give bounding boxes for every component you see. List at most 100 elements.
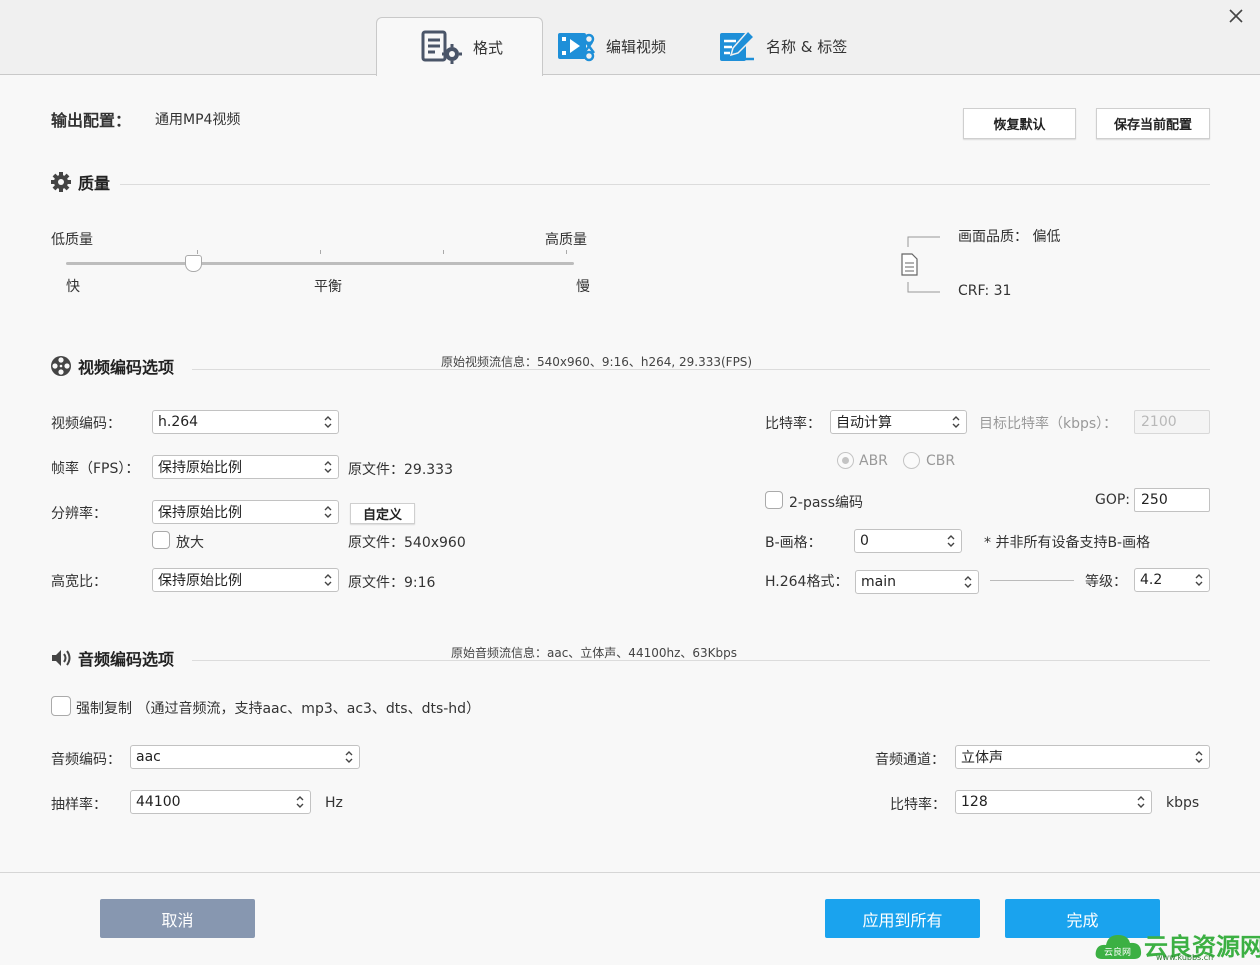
two-pass-checkbox[interactable] — [765, 491, 783, 509]
file-info-icon — [901, 236, 940, 293]
cbr-radio[interactable] — [903, 452, 920, 469]
footer-bar: 取消 应用到所有 完成 — [0, 872, 1260, 965]
audio-codec-label: 音频编码： — [51, 752, 121, 768]
close-icon — [1229, 9, 1243, 23]
apply-all-button[interactable]: 应用到所有 — [825, 899, 980, 938]
audio-codec-select[interactable]: aac — [130, 745, 360, 769]
updown-arrow-icon — [296, 796, 304, 808]
crf-text: CRF: 31 — [958, 283, 1012, 299]
level-label: 等级： — [1085, 574, 1127, 590]
low-quality-label: 低质量 — [51, 232, 93, 248]
target-bitrate-label: 目标比特率（kbps）： — [979, 416, 1118, 432]
force-copy-label: 强制复制 （通过音频流，支持aac、mp3、ac3、dts、dts-hd） — [76, 701, 481, 717]
slider-tick — [197, 250, 198, 254]
abr-radio[interactable] — [837, 452, 854, 469]
audio-bitrate-label: 比特率： — [890, 797, 946, 813]
updown-arrow-icon — [324, 461, 332, 473]
video-title-text: 视频编码选项 — [78, 358, 175, 377]
audio-bitrate-value: 128 — [961, 794, 988, 810]
aspect-select[interactable]: 保持原始比例 — [152, 568, 339, 592]
aspect-value: 保持原始比例 — [158, 573, 242, 589]
slider-tick — [320, 250, 321, 254]
updown-arrow-icon — [324, 574, 332, 586]
bframe-select[interactable]: 0 — [854, 529, 962, 553]
quality-section-title: 质量 — [50, 170, 110, 194]
output-config-value: 通用MP4视频 — [155, 112, 241, 128]
slider-tick — [566, 250, 567, 254]
updown-arrow-icon — [1195, 574, 1203, 586]
tab-format[interactable]: 格式 — [376, 17, 543, 76]
cancel-button[interactable]: 取消 — [100, 899, 255, 938]
tab-bar: 格式 编辑视频 名称 & 标签 — [0, 0, 1260, 76]
fps-label: 帧率（FPS）： — [51, 461, 140, 477]
upscale-checkbox[interactable] — [152, 531, 170, 549]
bframe-label: B-画格： — [765, 535, 822, 551]
audio-source-info: 原始音频流信息：aac、立体声、44100hz、63Kbps — [451, 646, 738, 660]
abr-label: ABR — [859, 453, 888, 469]
updown-arrow-icon — [1195, 751, 1203, 763]
close-button[interactable] — [1226, 6, 1246, 26]
level-select[interactable]: 4.2 — [1134, 568, 1210, 592]
quality-divider — [120, 184, 1210, 185]
h264-profile-select[interactable]: main — [855, 570, 979, 594]
quality-slider-track[interactable] — [66, 262, 574, 265]
force-copy-checkbox[interactable] — [51, 696, 71, 716]
audio-bitrate-select[interactable]: 128 — [955, 790, 1152, 814]
updown-arrow-icon — [952, 416, 960, 428]
video-section-title: 视频编码选项 — [50, 354, 174, 378]
cbr-label: CBR — [926, 453, 956, 469]
resolution-select[interactable]: 保持原始比例 — [152, 500, 339, 524]
quality-slider-thumb[interactable] — [184, 255, 202, 272]
bframe-value: 0 — [860, 533, 869, 549]
video-codec-select[interactable]: h.264 — [152, 410, 339, 434]
quality-title-text: 质量 — [78, 174, 111, 193]
updown-arrow-icon — [345, 751, 353, 763]
audio-bitrate-unit: kbps — [1166, 795, 1200, 811]
aspect-label: 高宽比： — [51, 574, 107, 590]
audio-codec-value: aac — [136, 749, 161, 765]
audio-section-title: 音频编码选项 — [50, 646, 174, 670]
video-bitrate-select[interactable]: 自动计算 — [830, 410, 967, 434]
audio-channel-value: 立体声 — [961, 750, 1003, 766]
film-reel-icon — [51, 356, 71, 376]
updown-arrow-icon — [324, 416, 332, 428]
video-bitrate-value: 自动计算 — [836, 415, 892, 431]
updown-arrow-icon — [324, 506, 332, 518]
audio-channel-select[interactable]: 立体声 — [955, 745, 1210, 769]
picture-quality-text: 画面品质： 偏低 — [958, 229, 1061, 245]
sample-rate-select[interactable]: 44100 — [130, 790, 311, 814]
tab-name-tag[interactable]: 名称 & 标签 — [718, 17, 878, 75]
updown-arrow-icon — [964, 576, 972, 588]
updown-arrow-icon — [1137, 796, 1145, 808]
target-bitrate-input[interactable]: 2100 — [1134, 410, 1210, 434]
fps-select[interactable]: 保持原始比例 — [152, 455, 339, 479]
profile-level-separator — [990, 580, 1074, 581]
restore-default-button[interactable]: 恢复默认 — [963, 108, 1076, 139]
gop-label: GOP: — [1095, 492, 1131, 508]
h264-profile-label: H.264格式： — [765, 574, 849, 590]
custom-resolution-button[interactable]: 自定义 — [350, 503, 415, 524]
balance-label: 平衡 — [314, 279, 342, 295]
video-codec-label: 视频编码： — [51, 416, 121, 432]
watermark-url: www.kubbs.cn — [1156, 953, 1214, 962]
sample-rate-label: 抽样率： — [51, 797, 107, 813]
tab-format-label: 格式 — [473, 38, 504, 57]
fps-original: 原文件：29.333 — [348, 462, 453, 478]
save-config-button[interactable]: 保存当前配置 — [1096, 108, 1210, 139]
watermark-small-text: 云良网 — [1104, 948, 1132, 958]
aspect-original: 原文件：9:16 — [348, 575, 436, 591]
upscale-label: 放大 — [176, 535, 204, 551]
output-config-label: 输出配置： — [51, 111, 132, 130]
sample-rate-value: 44100 — [136, 794, 181, 810]
tab-edit-video[interactable]: 编辑视频 — [556, 17, 696, 75]
h264-profile-value: main — [861, 574, 896, 590]
name-tag-icon — [718, 29, 756, 63]
resolution-original: 原文件：540x960 — [348, 535, 466, 551]
tab-name-tag-label: 名称 & 标签 — [766, 37, 848, 56]
high-quality-label: 高质量 — [545, 232, 587, 248]
format-settings-icon — [421, 30, 463, 64]
sample-rate-unit: Hz — [325, 795, 343, 811]
watermark-logo: 云良网 云良资源网 www.kubbs.cn — [1094, 929, 1260, 963]
audio-channel-label: 音频通道： — [875, 752, 945, 768]
gop-input[interactable]: 250 — [1134, 488, 1210, 512]
